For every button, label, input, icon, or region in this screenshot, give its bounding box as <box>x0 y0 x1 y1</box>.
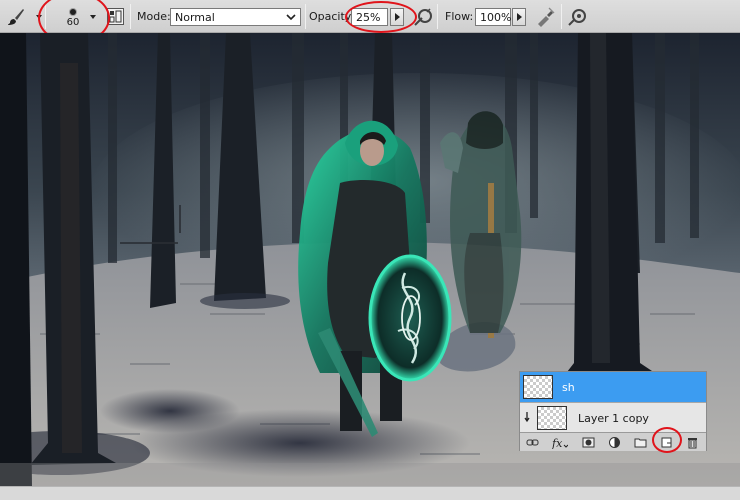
opacity-label: Opacity: <box>309 10 355 23</box>
adjustment-layer-icon[interactable] <box>608 436 621 449</box>
link-layers-icon[interactable] <box>526 436 539 449</box>
new-group-icon[interactable] <box>634 436 647 449</box>
opacity-slider-toggle[interactable] <box>390 8 404 26</box>
opacity-input[interactable]: 25% <box>351 8 388 26</box>
delete-layer-icon[interactable] <box>686 436 699 449</box>
divider <box>130 4 131 29</box>
layers-panel: sh Layer 1 copy fx <box>519 371 707 451</box>
divider <box>305 4 306 29</box>
tablet-pressure-opacity-icon[interactable] <box>412 6 434 28</box>
new-layer-icon[interactable] <box>660 436 673 449</box>
chevron-down-icon <box>90 15 96 19</box>
mode-label: Mode: <box>137 10 171 23</box>
brush-panel-toggle-icon[interactable] <box>107 8 124 25</box>
layer-thumbnail <box>523 375 553 399</box>
layers-toolbar: fx <box>520 432 706 451</box>
layer-thumbnail <box>537 406 567 430</box>
status-strip <box>0 486 740 500</box>
flow-slider-toggle[interactable] <box>512 8 526 26</box>
brush-tip-icon <box>69 6 77 16</box>
brush-icon[interactable] <box>6 7 26 27</box>
options-bar: 60 Mode: Normal Opacity: 25% Flow: 100% <box>0 0 740 44</box>
fx-icon[interactable]: fx <box>551 436 569 450</box>
layer-name[interactable]: Layer 1 copy <box>578 412 649 425</box>
layer-row-sh[interactable]: sh <box>520 372 706 402</box>
tablet-pressure-size-icon[interactable] <box>566 6 588 28</box>
divider <box>437 4 438 29</box>
layer-row-layer-1-copy[interactable]: Layer 1 copy <box>520 402 706 432</box>
mode-value: Normal <box>175 11 215 24</box>
flow-input[interactable]: 100% <box>475 8 511 26</box>
brush-preset-picker[interactable]: 60 <box>50 3 102 30</box>
mode-dropdown[interactable]: Normal <box>170 8 301 26</box>
flow-label: Flow: <box>445 10 474 23</box>
divider <box>561 4 562 29</box>
divider <box>45 4 46 29</box>
add-mask-icon[interactable] <box>582 436 595 449</box>
airbrush-icon[interactable] <box>534 6 556 28</box>
chevron-down-icon <box>286 12 296 22</box>
brush-size-value: 60 <box>66 17 80 28</box>
tool-preset-arrow-icon[interactable] <box>36 15 42 19</box>
layer-name[interactable]: sh <box>562 381 575 394</box>
clipping-mask-arrow-icon <box>524 411 534 423</box>
svg-text:fx: fx <box>552 437 563 449</box>
